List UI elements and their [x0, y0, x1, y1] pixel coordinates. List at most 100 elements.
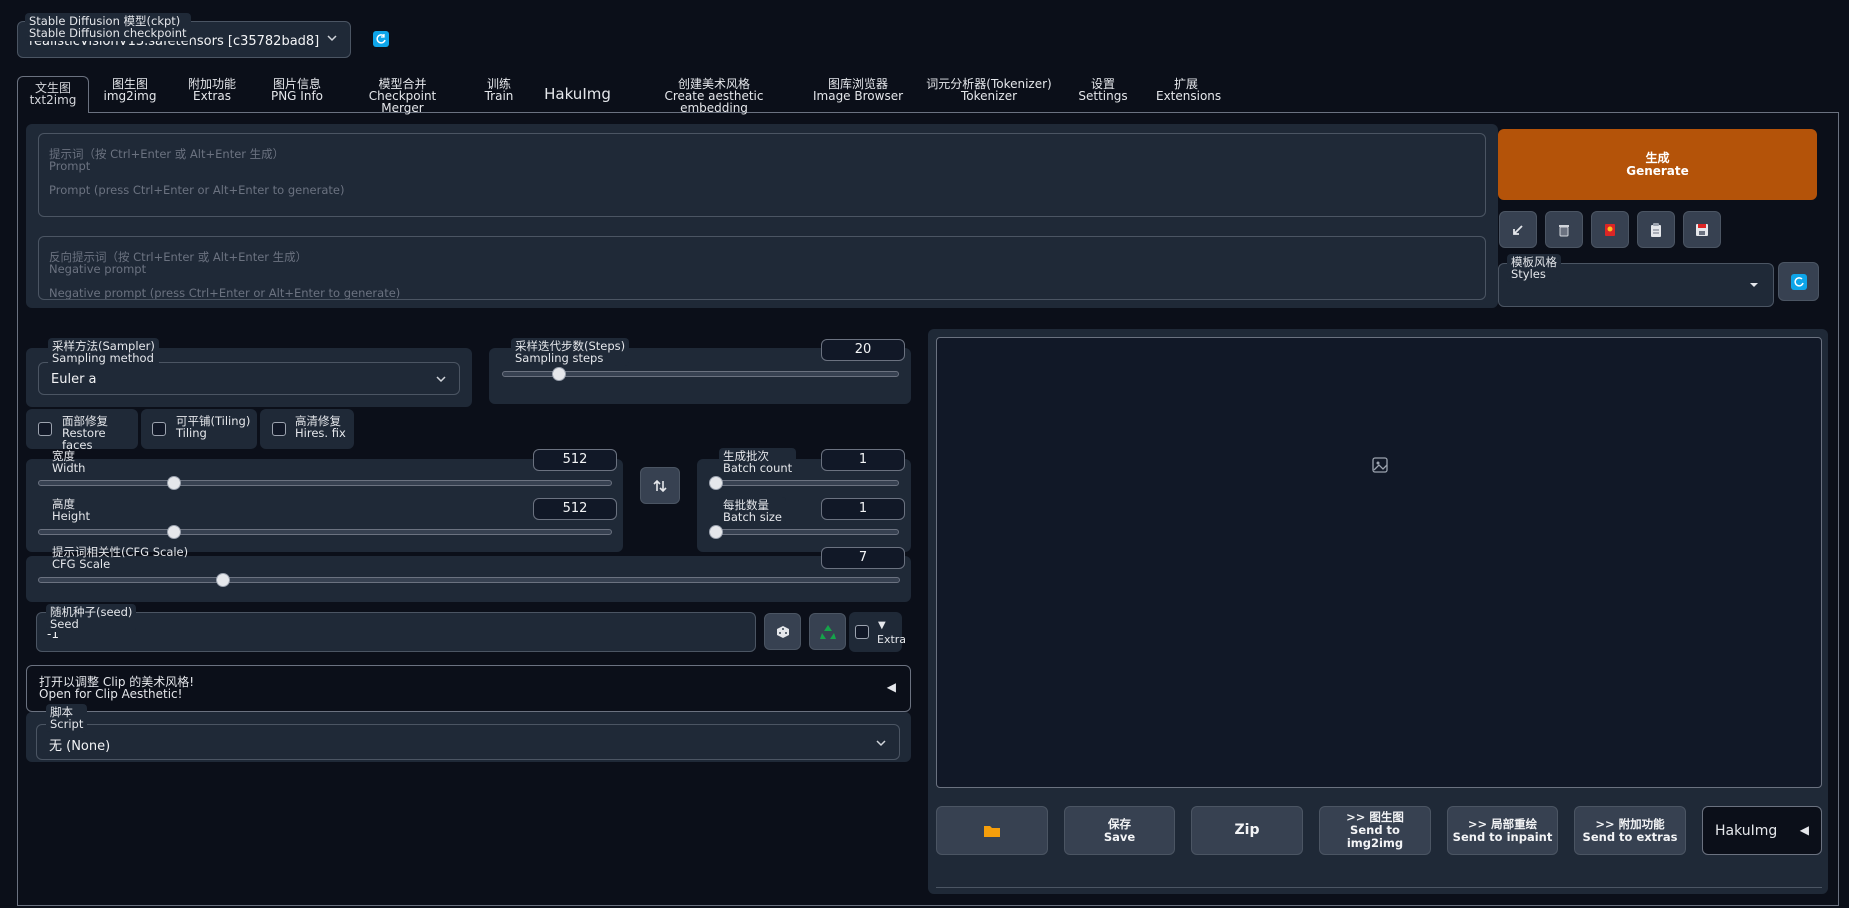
tab-txt2img[interactable]: 文生图 txt2img	[17, 76, 89, 113]
tab-label-en: Tokenizer	[960, 89, 1018, 103]
arrow-diagonal-icon	[1513, 224, 1523, 235]
tab-img2img[interactable]: 图生图 img2img	[100, 78, 160, 102]
tab-label-en: PNG Info	[270, 89, 324, 103]
chevron-down-icon	[435, 373, 447, 388]
batch-size-input[interactable]: 1	[821, 498, 905, 520]
refresh-checkpoint-button[interactable]	[373, 31, 389, 47]
tab-image-browser[interactable]: 图库浏览器 Image Browser	[812, 78, 904, 102]
steps-input[interactable]: 20	[821, 339, 905, 361]
cfg-slider-track[interactable]	[38, 577, 900, 583]
batch-count-label: 生成批次 Batch count	[719, 448, 797, 476]
clip-aesthetic-label: 打开以调整 Clip 的美术风格! Open for Clip Aesthetic…	[39, 675, 195, 701]
width-slider-thumb[interactable]	[166, 476, 181, 490]
generate-label-en: Generate	[1626, 163, 1689, 178]
hakuimg-accordion[interactable]: HakuImg ◀	[1702, 806, 1822, 855]
steps-label: 采样迭代步数(Steps) Sampling steps	[511, 338, 630, 366]
prompt-placeholder-hint: Prompt (press Ctrl+Enter or Alt+Enter to…	[49, 183, 345, 197]
tab-create-aesthetic-embedding[interactable]: 创建美术风格 Create aesthetic embedding	[640, 78, 788, 114]
height-slider-thumb[interactable]	[166, 525, 181, 539]
chevron-down-icon	[326, 32, 338, 47]
seed-extra-option[interactable]: ▼ Extra	[849, 612, 906, 652]
extra-networks-button[interactable]	[1591, 211, 1629, 248]
tab-label-en: Extensions	[1156, 89, 1222, 103]
batch-size-slider-thumb[interactable]	[709, 525, 723, 539]
height-input[interactable]: 512	[533, 498, 617, 520]
styles-label: 模板风格 Styles	[1507, 254, 1561, 282]
save-style-button[interactable]	[1683, 211, 1721, 248]
tab-label-en: Checkpoint Merger	[368, 89, 437, 115]
hires-fix-option[interactable]: 高清修复 Hires. fix	[260, 409, 354, 449]
script-label: 脚本 Script	[46, 704, 88, 732]
tab-extensions[interactable]: 扩展 Extensions	[1156, 78, 1222, 103]
tiling-checkbox[interactable]	[152, 422, 166, 436]
clip-aesthetic-accordion[interactable]: 打开以调整 Clip 的美术风格! Open for Clip Aesthetic…	[26, 665, 911, 712]
prompt-input[interactable]: 提示词（按 Ctrl+Enter 或 Alt+Enter 生成） Prompt …	[38, 133, 1486, 217]
seed-extra-checkbox[interactable]	[855, 625, 869, 639]
zip-label: Zip	[1234, 822, 1260, 838]
tab-tokenizer[interactable]: 词元分析器(Tokenizer) Tokenizer	[925, 78, 1053, 102]
width-label: 宽度 Width	[52, 449, 86, 475]
tab-extras[interactable]: 附加功能 Extras	[177, 78, 247, 102]
send-extras-label-en: Send to extras	[1582, 829, 1678, 844]
floppy-disk-icon	[1696, 223, 1708, 236]
output-gallery[interactable]	[936, 337, 1822, 788]
send-to-inpaint-button[interactable]: >> 局部重绘 Send to inpaint	[1447, 806, 1558, 855]
sampler-value: Euler a	[51, 372, 97, 387]
zip-button[interactable]: Zip	[1191, 806, 1303, 855]
sampler-dropdown[interactable]: Euler a	[38, 362, 460, 395]
width-input[interactable]: 512	[533, 449, 617, 471]
seed-input[interactable]: -1	[36, 612, 756, 652]
swap-dimensions-button[interactable]	[640, 467, 680, 504]
checkpoint-label: Stable Diffusion 模型(ckpt) Stable Diffusi…	[25, 13, 191, 41]
image-placeholder-icon	[1371, 456, 1389, 477]
batch-count-slider-thumb[interactable]	[709, 476, 723, 490]
hires-fix-checkbox[interactable]	[272, 422, 286, 436]
refresh-styles-button[interactable]	[1778, 262, 1819, 301]
tiling-option[interactable]: 可平铺(Tiling) Tiling	[141, 409, 257, 449]
reuse-seed-button[interactable]	[809, 613, 846, 650]
send-extras-label-zh: >> 附加功能	[1595, 816, 1665, 831]
send-to-img2img-button[interactable]: >> 图生图 Send to img2img	[1319, 806, 1431, 855]
random-seed-button[interactable]	[764, 613, 801, 650]
hires-fix-label: 高清修复 Hires. fix	[295, 414, 346, 440]
tab-label-en: Create aesthetic embedding	[664, 89, 764, 115]
trash-icon	[1559, 224, 1569, 236]
save-button[interactable]: 保存 Save	[1064, 806, 1175, 855]
hakuimg-label: HakuImg	[1715, 823, 1778, 839]
open-folder-button[interactable]	[936, 806, 1048, 855]
refresh-icon	[376, 34, 386, 44]
sampler-label: 采样方法(Sampler) Sampling method	[48, 338, 159, 366]
negative-prompt-input[interactable]: 反向提示词（按 Ctrl+Enter 或 Alt+Enter 生成） Negat…	[38, 236, 1486, 300]
save-label-en: Save	[1103, 829, 1136, 844]
tab-train[interactable]: 训练 Train	[478, 78, 520, 102]
height-slider-track[interactable]	[38, 529, 612, 535]
tab-checkpoint-merger[interactable]: 模型合并 Checkpoint Merger	[350, 78, 455, 114]
cfg-slider-thumb[interactable]	[216, 573, 231, 587]
generate-button[interactable]: 生成 Generate	[1498, 129, 1817, 200]
tab-hakuimg[interactable]: HakuImg	[540, 86, 615, 102]
width-slider-track[interactable]	[38, 480, 612, 486]
script-value: 无 (None)	[49, 739, 111, 754]
tab-settings[interactable]: 设置 Settings	[1078, 78, 1128, 102]
prompt-placeholder-zh: 提示词（按 Ctrl+Enter 或 Alt+Enter 生成）	[49, 147, 285, 161]
read-params-button[interactable]	[1499, 211, 1537, 248]
height-label: 高度 Height	[52, 497, 91, 523]
send-to-extras-button[interactable]: >> 附加功能 Send to extras	[1574, 806, 1686, 855]
batch-count-input[interactable]: 1	[821, 449, 905, 471]
batch-count-slider-track[interactable]	[709, 480, 899, 486]
generate-label-zh: 生成	[1645, 150, 1670, 165]
steps-slider-thumb[interactable]	[551, 367, 566, 381]
apply-styles-button[interactable]	[1637, 211, 1675, 248]
restore-faces-checkbox[interactable]	[38, 422, 52, 436]
tab-label-en: Extras	[193, 89, 231, 103]
batch-size-slider-track[interactable]	[709, 529, 899, 535]
restore-faces-label: 面部修复 Restore faces	[62, 414, 108, 452]
clear-prompt-button[interactable]	[1545, 211, 1583, 248]
restore-faces-option[interactable]: 面部修复 Restore faces	[26, 409, 138, 452]
chevron-down-icon	[875, 737, 887, 752]
cfg-input[interactable]: 7	[821, 547, 905, 569]
negative-prompt-placeholder-hint: Negative prompt (press Ctrl+Enter or Alt…	[49, 286, 401, 300]
tab-png-info[interactable]: 图片信息 PNG Info	[262, 78, 332, 102]
script-dropdown[interactable]: 无 (None)	[36, 724, 900, 760]
save-label-zh: 保存	[1108, 816, 1131, 831]
